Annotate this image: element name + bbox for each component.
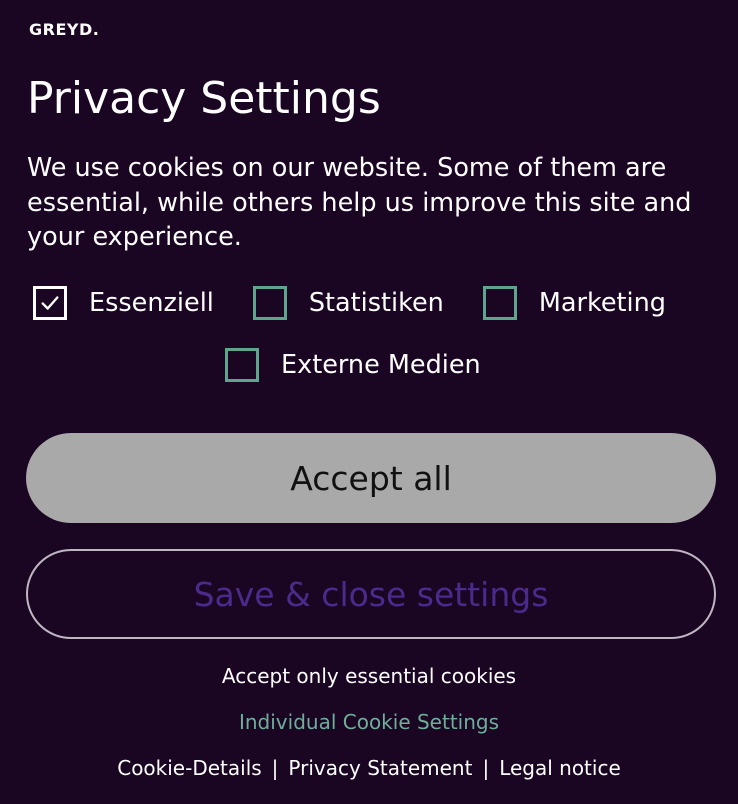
consent-options-row-1: Essenziell Statistiken Marketing	[33, 283, 666, 323]
accept-all-button[interactable]: Accept all	[26, 433, 716, 523]
checkbox-externe-medien-label: Externe Medien	[281, 350, 481, 380]
footer-separator: |	[271, 756, 279, 780]
legal-notice-link[interactable]: Legal notice	[499, 756, 621, 780]
checkbox-essenziell-label: Essenziell	[89, 288, 214, 318]
checkbox-externe-medien[interactable]: Externe Medien	[225, 348, 481, 382]
checkbox-essenziell-box[interactable]	[33, 286, 67, 320]
consent-options-row-2: Externe Medien	[225, 345, 481, 385]
checkbox-essenziell[interactable]: Essenziell	[33, 286, 214, 320]
dialog-title: Privacy Settings	[27, 73, 381, 124]
individual-cookie-settings-link[interactable]: Individual Cookie Settings	[0, 710, 738, 734]
checkbox-marketing-label: Marketing	[538, 288, 666, 318]
cookie-details-link[interactable]: Cookie-Details	[117, 756, 261, 780]
privacy-statement-link[interactable]: Privacy Statement	[288, 756, 472, 780]
checkbox-externe-medien-box[interactable]	[225, 348, 259, 382]
check-icon	[41, 296, 59, 310]
save-close-settings-button[interactable]: Save & close settings	[26, 549, 716, 639]
brand-logo: GREYD.	[29, 20, 100, 39]
checkbox-statistiken-label: Statistiken	[308, 288, 444, 318]
checkbox-marketing[interactable]: Marketing	[482, 286, 666, 320]
footer-separator: |	[482, 756, 490, 780]
footer-links: Cookie-Details | Privacy Statement | Legal n…	[0, 756, 738, 780]
checkbox-statistiken-box[interactable]	[252, 286, 287, 320]
checkbox-marketing-box[interactable]	[482, 286, 517, 320]
checkbox-statistiken[interactable]: Statistiken	[252, 286, 444, 320]
dialog-intro: We use cookies on our website. Some of t…	[27, 153, 692, 252]
accept-essential-link[interactable]: Accept only essential cookies	[0, 664, 738, 688]
